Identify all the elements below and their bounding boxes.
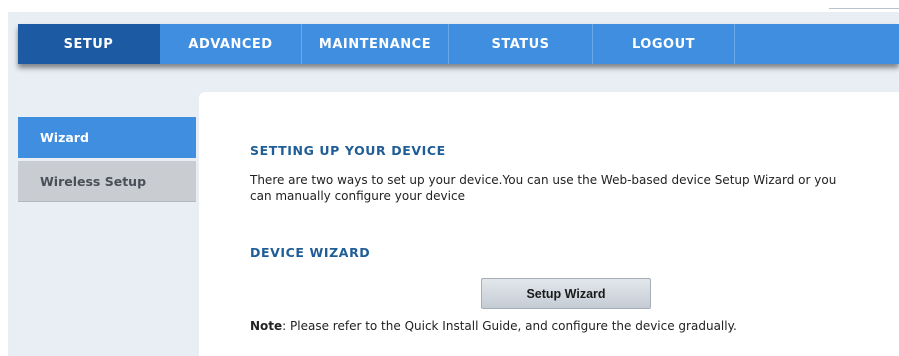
nav-filler [735, 24, 899, 64]
top-divider [829, 8, 899, 9]
setup-description: There are two ways to set up your device… [250, 173, 837, 203]
install-note: Note: Please refer to the Quick Install … [250, 319, 737, 333]
tab-advanced[interactable]: ADVANCED [160, 24, 302, 64]
tab-logout[interactable]: LOGOUT [593, 24, 735, 64]
left-margin [0, 0, 8, 356]
sidebar: Wizard Wireless Setup [18, 117, 196, 202]
nav-tabs: SETUP ADVANCED MAINTENANCE STATUS LOGOUT [18, 24, 899, 64]
section-title-device-wizard: DEVICE WIZARD [250, 245, 371, 260]
tab-setup[interactable]: SETUP [18, 24, 160, 64]
setup-wizard-button[interactable]: Setup Wizard [481, 278, 651, 309]
sidebar-item-wizard[interactable]: Wizard [18, 117, 196, 158]
tab-status[interactable]: STATUS [449, 24, 593, 64]
note-label: Note [250, 319, 283, 333]
section-title-setting-up: SETTING UP YOUR DEVICE [250, 143, 446, 158]
main-content-panel: SETTING UP YOUR DEVICE There are two way… [199, 92, 899, 356]
tab-maintenance[interactable]: MAINTENANCE [302, 24, 449, 64]
top-strip [0, 0, 899, 12]
sidebar-item-wireless-setup[interactable]: Wireless Setup [18, 161, 196, 202]
note-text: : Please refer to the Quick Install Guid… [282, 319, 737, 333]
top-navigation-bar: SETUP ADVANCED MAINTENANCE STATUS LOGOUT [18, 24, 899, 64]
